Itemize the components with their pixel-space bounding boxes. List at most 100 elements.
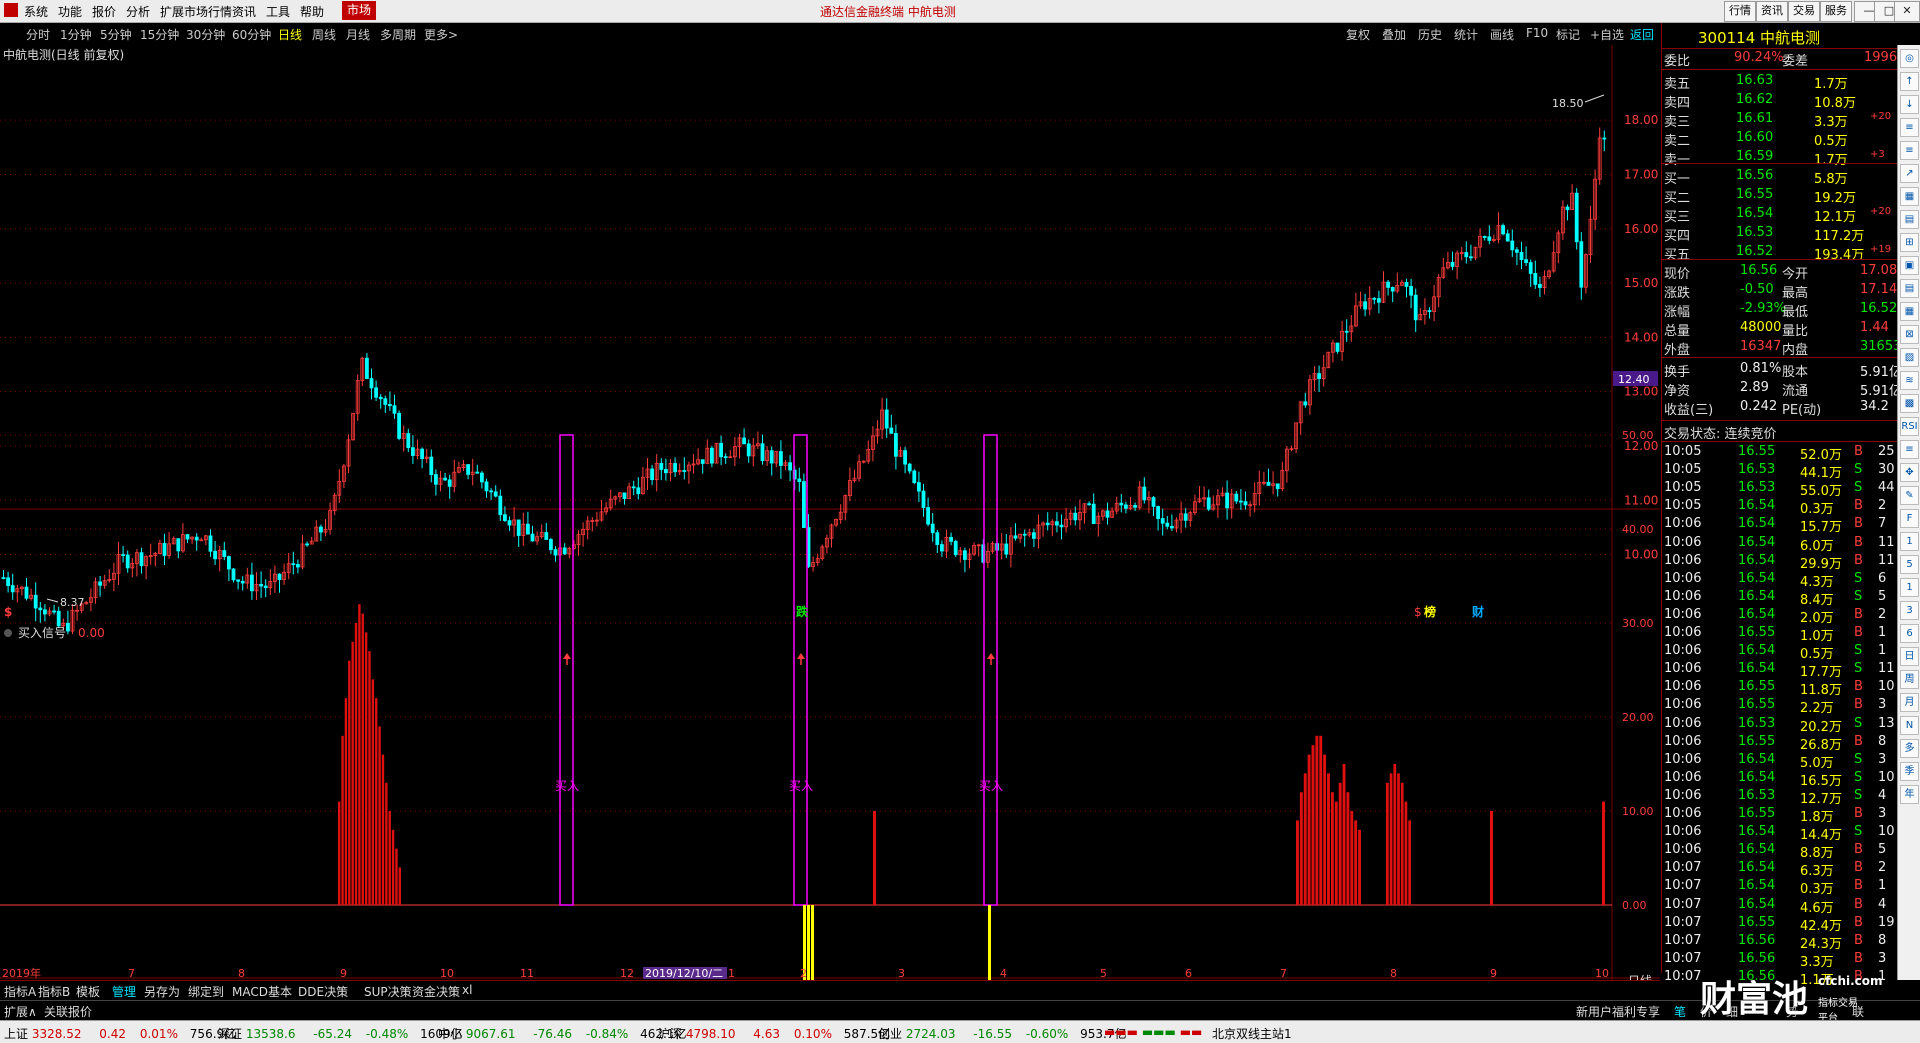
side-tool-icon[interactable]: 6 bbox=[1900, 624, 1919, 643]
header-button-trade[interactable]: 交易 bbox=[1788, 1, 1820, 22]
period-tab-1min[interactable]: 1分钟 bbox=[60, 26, 92, 43]
tool-history[interactable]: 历史 bbox=[1418, 26, 1442, 43]
server-status[interactable]: 北京双线主站1 bbox=[1212, 1025, 1292, 1042]
candle-body bbox=[259, 584, 264, 587]
tool-add-watchlist[interactable]: +自选 bbox=[1590, 26, 1624, 43]
ask-row[interactable]: 卖三 16.61 3.3万 +20 bbox=[1664, 111, 1895, 130]
tool-fuquan[interactable]: 复权 bbox=[1346, 26, 1370, 43]
indicator-tab[interactable]: MACD基本 bbox=[232, 983, 292, 1000]
side-tool-icon[interactable]: ▩ bbox=[1900, 394, 1919, 413]
period-tab-15min[interactable]: 15分钟 bbox=[140, 26, 179, 43]
side-tool-icon[interactable]: 周 bbox=[1900, 670, 1919, 689]
side-tool-icon[interactable]: ≡ bbox=[1900, 440, 1919, 459]
side-tool-icon[interactable]: 季 bbox=[1900, 762, 1919, 781]
indicator-tab[interactable]: 指标A bbox=[4, 983, 36, 1000]
period-tab-daily[interactable]: 日线 bbox=[278, 26, 302, 43]
index-quote[interactable]: 创业 2724.03 -16.55 -0.60% 953.7亿 bbox=[878, 1025, 1126, 1042]
index-quote[interactable]: 中小 9067.61 -76.46 -0.84% 462.1亿 bbox=[438, 1025, 686, 1042]
period-tab-weekly[interactable]: 周线 bbox=[312, 26, 336, 43]
tool-back[interactable]: 返回 bbox=[1630, 26, 1654, 43]
bid-row[interactable]: 买二 16.55 19.2万 bbox=[1664, 187, 1895, 206]
indicator-tab[interactable]: 指标B bbox=[38, 983, 70, 1000]
bid-row[interactable]: 买四 16.53 117.2万 bbox=[1664, 225, 1895, 244]
index-quote[interactable]: 沪深 4798.10 4.63 0.10% 587.5亿 bbox=[658, 1025, 890, 1042]
side-tool-icon[interactable]: ▦ bbox=[1900, 302, 1919, 321]
side-tool-icon[interactable]: ▦ bbox=[1900, 187, 1919, 206]
side-tool-icon[interactable]: ✥ bbox=[1900, 463, 1919, 482]
linked-quote-button[interactable]: 关联报价 bbox=[44, 1003, 92, 1020]
indicator-tab[interactable]: xl bbox=[462, 983, 472, 997]
indicator-tab[interactable]: DDE决策 bbox=[298, 983, 348, 1000]
tab-bi[interactable]: 笔 bbox=[1674, 1003, 1686, 1020]
header-button-service[interactable]: 服务 bbox=[1820, 1, 1852, 22]
side-tool-icon[interactable]: 年 bbox=[1900, 785, 1919, 804]
side-tool-icon[interactable]: 5 bbox=[1900, 555, 1919, 574]
period-tab-more[interactable]: 更多> bbox=[424, 26, 458, 43]
side-tool-icon[interactable]: 1 bbox=[1900, 532, 1919, 551]
tool-overlay[interactable]: 叠加 bbox=[1382, 26, 1406, 43]
side-tool-icon[interactable]: 日 bbox=[1900, 647, 1919, 666]
menu-item-help[interactable]: 帮助 bbox=[300, 3, 324, 20]
expand-button[interactable]: 扩展∧ bbox=[4, 1003, 37, 1020]
side-tool-icon[interactable]: ≋ bbox=[1900, 371, 1919, 390]
menu-item-system[interactable]: 系统 bbox=[24, 3, 48, 20]
index-quote[interactable]: 上证 3328.52 0.42 0.01% 756.9亿 bbox=[4, 1025, 236, 1042]
side-tool-icon[interactable]: ⊠ bbox=[1900, 325, 1919, 344]
indicator-tab[interactable]: 另存为 bbox=[144, 983, 180, 1000]
tool-draw[interactable]: 画线 bbox=[1490, 26, 1514, 43]
indicator-tab[interactable]: 管理 bbox=[112, 983, 136, 1000]
side-tool-icon[interactable]: ≡ bbox=[1900, 141, 1919, 160]
menu-item-tools[interactable]: 工具 bbox=[266, 3, 290, 20]
side-tool-icon[interactable]: ▨ bbox=[1900, 348, 1919, 367]
side-tool-icon[interactable]: ▤ bbox=[1900, 210, 1919, 229]
indicator-tab[interactable]: SUP决策 bbox=[364, 983, 412, 1000]
tool-stats[interactable]: 统计 bbox=[1454, 26, 1478, 43]
ask-row[interactable]: 卖二 16.60 0.5万 bbox=[1664, 130, 1895, 149]
new-user-welfare-link[interactable]: 新用户福利专享 bbox=[1576, 1003, 1660, 1020]
ask-row[interactable]: 卖四 16.62 10.8万 bbox=[1664, 92, 1895, 111]
period-tab-timeshare[interactable]: 分时 bbox=[26, 26, 50, 43]
index-quote[interactable]: 深证 13538.6 -65.24 -0.48% 1609亿 bbox=[218, 1025, 463, 1042]
side-tool-icon[interactable]: ▤ bbox=[1900, 279, 1919, 298]
indicator-tab[interactable]: 模板 bbox=[76, 983, 100, 1000]
menu-item-analysis[interactable]: 分析 bbox=[126, 3, 150, 20]
side-tool-icon[interactable]: ↗ bbox=[1900, 164, 1919, 183]
bid-row[interactable]: 买三 16.54 12.1万 +20 bbox=[1664, 206, 1895, 225]
close-icon[interactable]: ✕ bbox=[1894, 1, 1920, 22]
side-tool-icon[interactable]: ⊞ bbox=[1900, 233, 1919, 252]
side-tool-icon[interactable]: 月 bbox=[1900, 693, 1919, 712]
side-tool-icon[interactable]: ↑ bbox=[1900, 72, 1919, 91]
side-tool-icon[interactable]: 3 bbox=[1900, 601, 1919, 620]
side-tool-icon[interactable]: ✎ bbox=[1900, 486, 1919, 505]
side-tool-icon[interactable]: RSI bbox=[1900, 417, 1919, 436]
side-tool-icon[interactable]: ≡ bbox=[1900, 118, 1919, 137]
side-tool-icon[interactable]: ↓ bbox=[1900, 95, 1919, 114]
menu-item-quote[interactable]: 报价 bbox=[92, 3, 116, 20]
indicator-toggle-icon[interactable] bbox=[4, 629, 12, 637]
side-tool-icon[interactable]: ◎ bbox=[1900, 49, 1919, 68]
side-tool-icon[interactable]: N bbox=[1900, 716, 1919, 735]
header-button-news[interactable]: 资讯 bbox=[1756, 1, 1788, 22]
bid-row[interactable]: 买一 16.56 5.8万 bbox=[1664, 168, 1895, 187]
period-tab-multi[interactable]: 多周期 bbox=[380, 26, 416, 43]
side-tool-icon[interactable]: ▣ bbox=[1900, 256, 1919, 275]
tool-f10[interactable]: F10 bbox=[1526, 26, 1548, 40]
menu-item-function[interactable]: 功能 bbox=[58, 3, 82, 20]
period-tab-5min[interactable]: 5分钟 bbox=[100, 26, 132, 43]
ask-row[interactable]: 卖五 16.63 1.7万 bbox=[1664, 73, 1895, 92]
side-tool-icon[interactable]: 1 bbox=[1900, 578, 1919, 597]
period-tab-30min[interactable]: 30分钟 bbox=[186, 26, 225, 43]
menu-item-news[interactable]: 资讯 bbox=[232, 3, 256, 20]
period-tab-60min[interactable]: 60分钟 bbox=[232, 26, 271, 43]
ask-row[interactable]: 卖一 16.59 1.7万 +3 bbox=[1664, 149, 1895, 168]
period-tab-monthly[interactable]: 月线 bbox=[346, 26, 370, 43]
header-button-quote[interactable]: 行情 bbox=[1724, 1, 1756, 22]
menu-item-market[interactable]: 市场 bbox=[342, 1, 377, 20]
indicator-tab[interactable]: 绑定到 bbox=[188, 983, 224, 1000]
menu-item-ext-market[interactable]: 扩展市场行情 bbox=[160, 3, 232, 20]
tool-mark[interactable]: 标记 bbox=[1556, 26, 1580, 43]
side-tool-icon[interactable]: F bbox=[1900, 509, 1919, 528]
side-tool-icon[interactable]: 多 bbox=[1900, 739, 1919, 758]
kline-chart-area[interactable]: 18.0017.0016.0015.0014.0013.0012.0011.00… bbox=[0, 45, 1660, 980]
indicator-tab[interactable]: 资金决策 bbox=[412, 983, 460, 1000]
